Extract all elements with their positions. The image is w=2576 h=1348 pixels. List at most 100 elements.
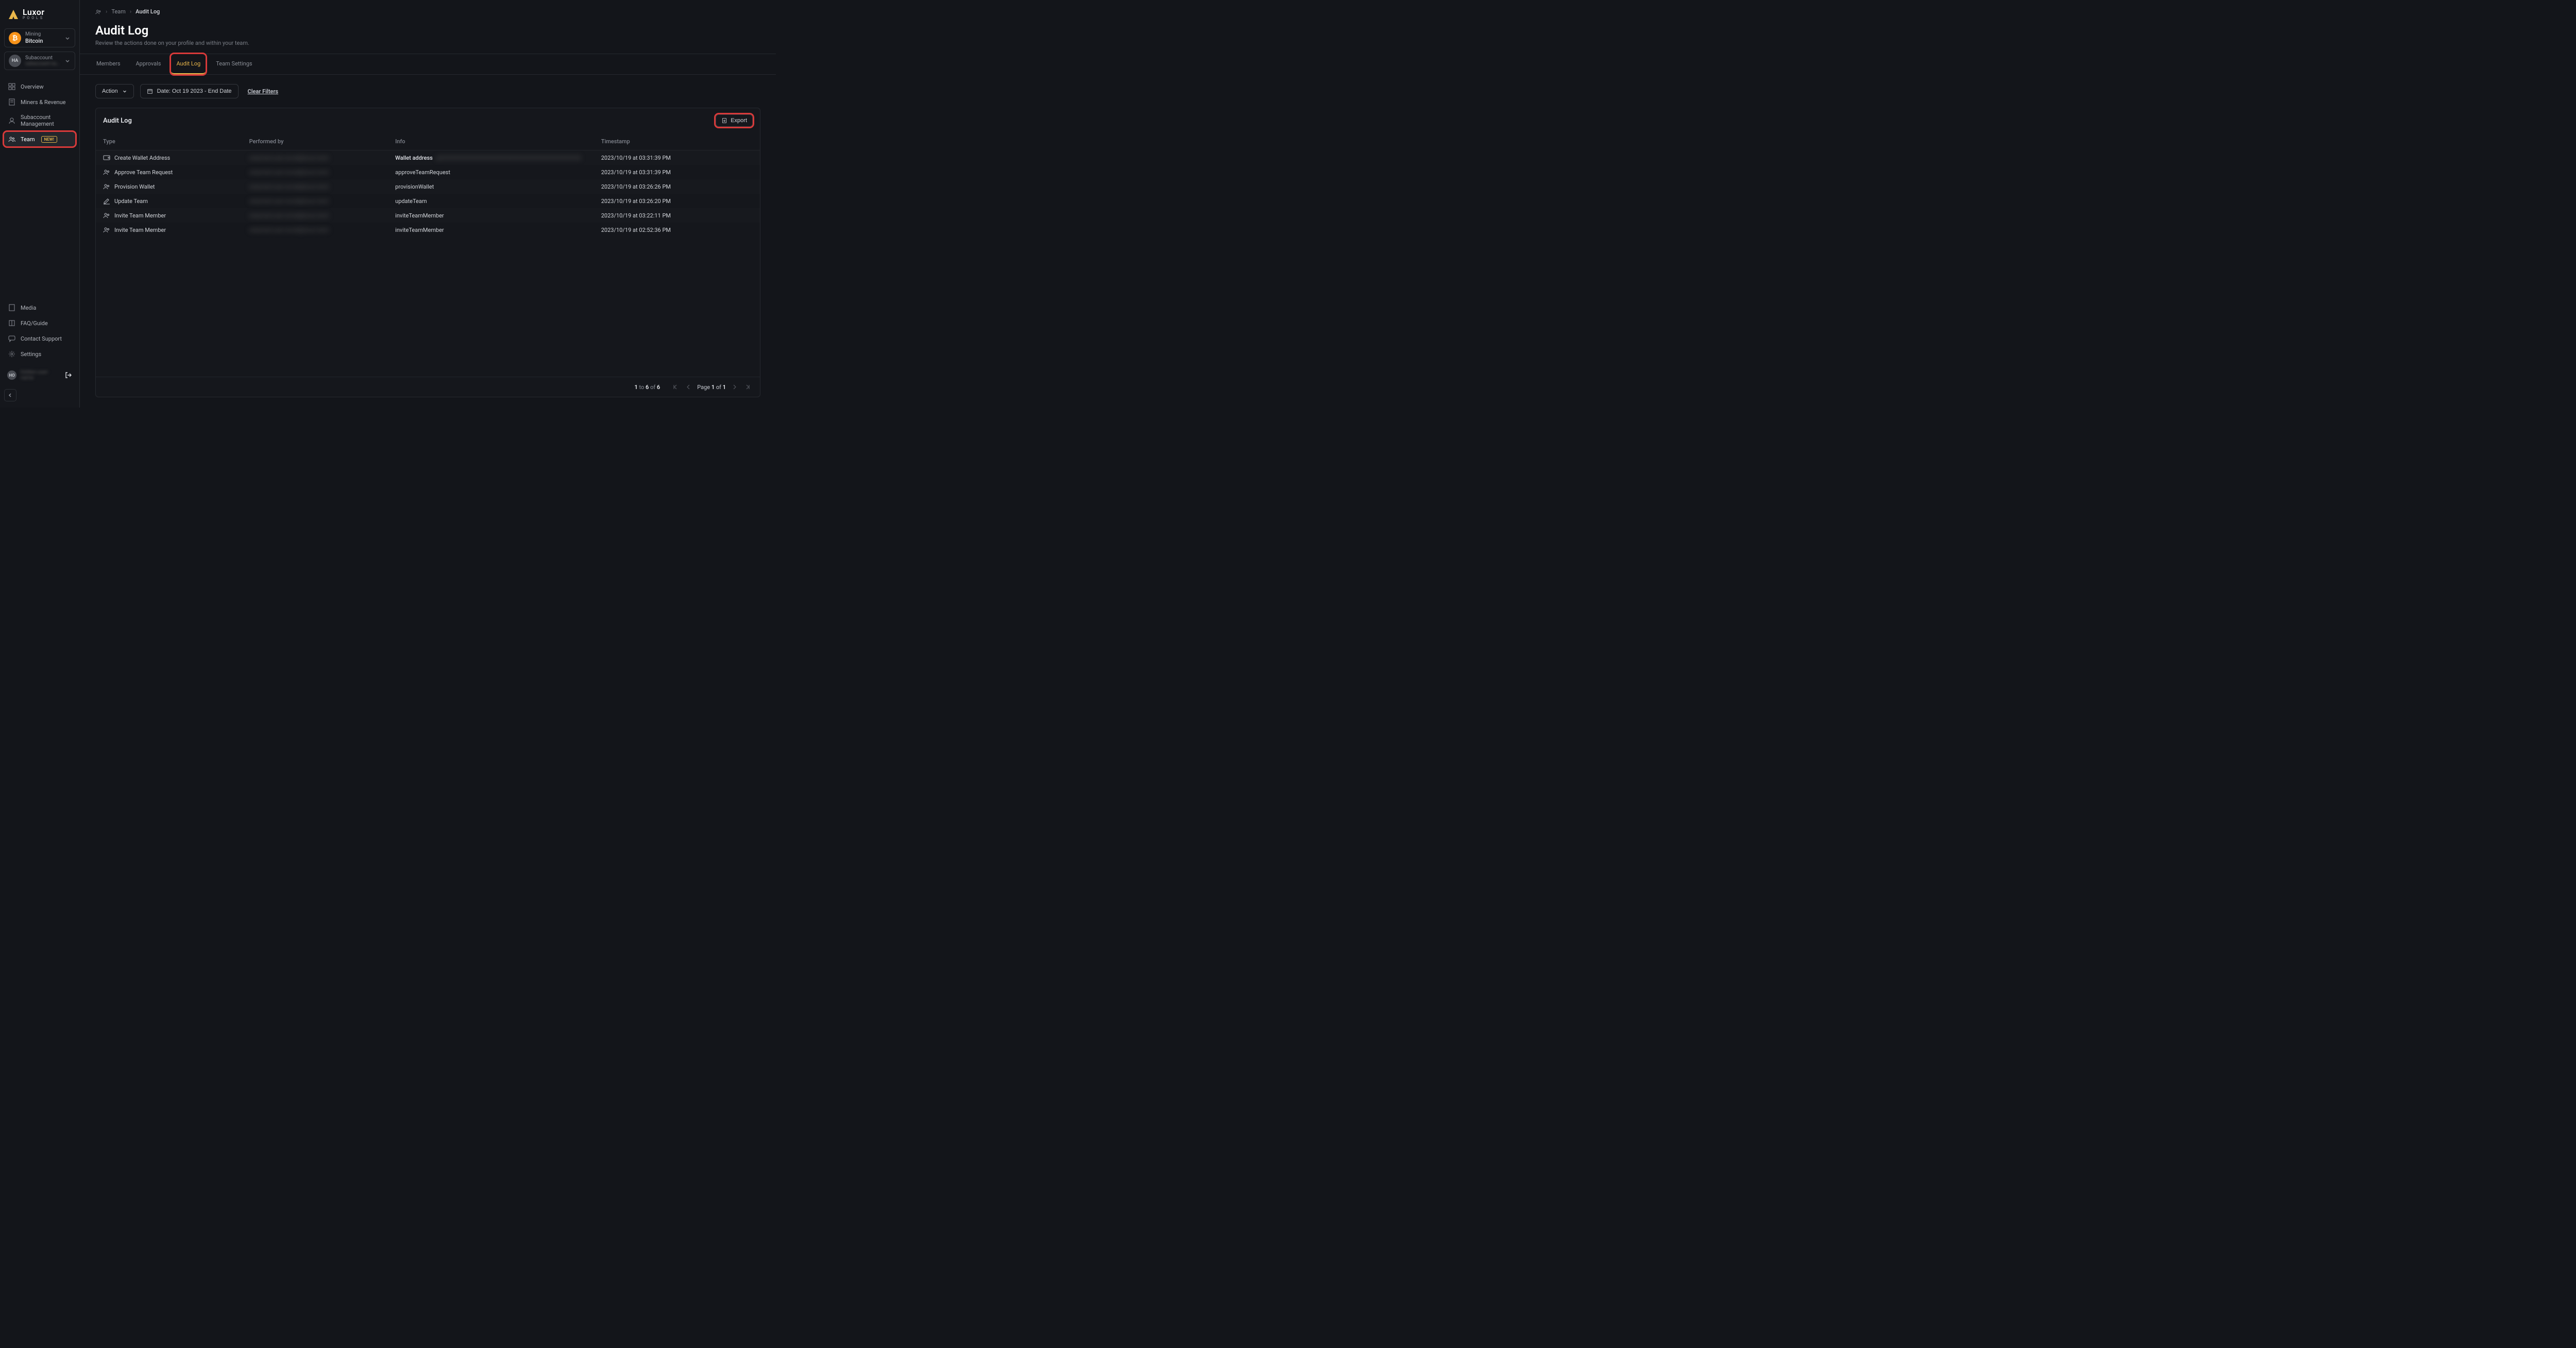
book-icon — [8, 319, 15, 327]
performed-by: redacted-user-email@luxor.tech — [249, 198, 329, 205]
pager: Page 1 of 1 — [670, 382, 753, 392]
chevron-down-icon — [64, 35, 71, 41]
nav-main: Overview Miners & Revenue Subaccount Man… — [4, 79, 75, 146]
info-prefix: Wallet address — [395, 155, 433, 161]
user-icon — [8, 117, 15, 124]
clear-filters-link[interactable]: Clear Filters — [248, 88, 279, 95]
logout-icon[interactable] — [65, 372, 72, 379]
tab-approvals[interactable]: Approvals — [135, 54, 162, 74]
tab-audit-log[interactable]: Audit Log — [171, 54, 206, 74]
action-filter-label: Action — [102, 88, 118, 94]
timestamp: 2023/10/19 at 03:22:11 PM — [601, 212, 671, 219]
nav-bottom: Media FAQ/Guide Contact Support Settings… — [4, 300, 75, 401]
team-icon — [95, 9, 101, 15]
sidebar-item-label: FAQ/Guide — [21, 320, 48, 327]
collapse-sidebar-button[interactable] — [4, 389, 16, 401]
sidebar-item-team[interactable]: Team NEW! — [4, 132, 75, 146]
breadcrumb-sep: › — [106, 8, 107, 15]
bitcoin-icon: ₿ — [9, 32, 21, 44]
sidebar-item-miners[interactable]: Miners & Revenue — [4, 95, 75, 109]
team-icon — [8, 136, 15, 143]
type-label: Invite Team Member — [114, 212, 166, 219]
sidebar-item-settings[interactable]: Settings — [4, 347, 75, 361]
col-timestamp: Timestamp — [594, 133, 760, 150]
breadcrumb-current: Audit Log — [135, 8, 160, 15]
brand-sub: POOLS — [23, 16, 45, 20]
sidebar-item-support[interactable]: Contact Support — [4, 331, 75, 346]
new-badge: NEW! — [41, 136, 57, 143]
sidebar-item-faq[interactable]: FAQ/Guide — [4, 316, 75, 330]
chat-icon — [8, 335, 15, 342]
sidebar-item-label: Media — [21, 305, 36, 311]
brand-name: Luxor — [23, 8, 45, 16]
performed-by: redacted-user-email@luxor.tech — [249, 227, 329, 233]
export-button[interactable]: Export — [716, 114, 753, 127]
user-row[interactable]: HO hidden-user-name — [4, 366, 75, 384]
tab-team-settings[interactable]: Team Settings — [215, 54, 253, 74]
grid-icon — [8, 83, 15, 90]
subaccount-avatar: HA — [9, 55, 21, 67]
logo-icon — [7, 9, 20, 20]
sidebar-item-media[interactable]: Media — [4, 300, 75, 315]
info-value: inviteTeamMember — [395, 227, 444, 233]
main: › Team › Audit Log Audit Log Review the … — [80, 0, 776, 408]
breadcrumb-team[interactable]: Team — [111, 8, 126, 15]
sidebar-item-label: Team — [21, 136, 35, 143]
mining-selector[interactable]: ₿ Mining Bitcoin — [4, 28, 75, 47]
team-icon — [103, 168, 110, 176]
wallet-icon — [103, 154, 110, 161]
range-text: 1 to 6 of 6 — [635, 384, 660, 391]
table-row: Approve Team Request redacted-user-email@… — [96, 165, 760, 179]
page-prev-button[interactable] — [684, 382, 693, 392]
sidebar-item-label: Settings — [21, 351, 41, 358]
page-next-button[interactable] — [730, 382, 739, 392]
audit-log-panel: Audit Log Export Type Performed by Info … — [95, 108, 760, 397]
page-title: Audit Log — [95, 23, 760, 38]
sidebar-item-overview[interactable]: Overview — [4, 79, 75, 94]
timestamp: 2023/10/19 at 03:26:26 PM — [601, 183, 671, 190]
user-name: hidden-user-name — [21, 369, 61, 381]
gear-icon — [8, 350, 15, 358]
user-avatar: HO — [7, 370, 16, 380]
date-filter-button[interactable]: Date: Oct 19 2023 - End Date — [140, 84, 239, 98]
page-first-button[interactable] — [670, 382, 680, 392]
panel-footer: 1 to 6 of 6 Page 1 of 1 — [96, 377, 760, 397]
type-label: Approve Team Request — [114, 169, 173, 176]
tabs: Members Approvals Audit Log Team Setting… — [80, 54, 776, 75]
timestamp: 2023/10/19 at 03:26:20 PM — [601, 198, 671, 205]
sidebar-item-subaccount-mgmt[interactable]: Subaccount Management — [4, 110, 75, 131]
breadcrumb: › Team › Audit Log — [80, 0, 776, 19]
performed-by: redacted-user-email@luxor.tech — [249, 169, 329, 176]
timestamp: 2023/10/19 at 03:31:39 PM — [601, 155, 671, 161]
panel-title: Audit Log — [103, 117, 132, 125]
col-type: Type — [96, 133, 242, 150]
tab-members[interactable]: Members — [95, 54, 122, 74]
type-label: Update Team — [114, 198, 148, 205]
mining-value: Bitcoin — [25, 38, 60, 44]
chevron-down-icon — [64, 58, 71, 64]
calendar-icon — [147, 88, 153, 94]
audit-log-table: Type Performed by Info Timestamp Create … — [96, 133, 760, 237]
filters: Action Date: Oct 19 2023 - End Date Clea… — [80, 75, 776, 108]
mining-label: Mining — [25, 31, 60, 38]
document-icon — [8, 304, 15, 311]
page-header: Audit Log Review the actions done on you… — [80, 19, 776, 54]
info-value: approveTeamRequest — [395, 169, 450, 176]
table-row: Update Team redacted-user-email@luxor.tec… — [96, 194, 760, 208]
sidebar: Luxor POOLS ₿ Mining Bitcoin HA Subaccou… — [0, 0, 80, 408]
action-filter-button[interactable]: Action — [95, 84, 134, 98]
sidebar-item-label: Overview — [21, 83, 44, 90]
team-icon — [103, 212, 110, 219]
info-value: updateTeam — [395, 198, 427, 205]
table-row: Create Wallet Addressredacted-user-email… — [96, 150, 760, 165]
timestamp: 2023/10/19 at 02:52:36 PM — [601, 227, 671, 233]
subaccount-selector[interactable]: HA Subaccount subaccount-name-hidden — [4, 52, 75, 70]
table-row: Invite Team Memberredacted-user-email@lu… — [96, 208, 760, 223]
logo[interactable]: Luxor POOLS — [4, 6, 75, 26]
page-subtitle: Review the actions done on your profile … — [95, 40, 760, 46]
page-last-button[interactable] — [743, 382, 753, 392]
info-value: provisionWallet — [395, 183, 434, 190]
breadcrumb-sep: › — [130, 8, 131, 15]
subaccount-value: subaccount-name-hidden — [25, 61, 60, 67]
info-value: qXXXXXXXXXXXXXXXXXXXXXXXXXXXXXXXXXXXXXXX… — [436, 155, 581, 161]
